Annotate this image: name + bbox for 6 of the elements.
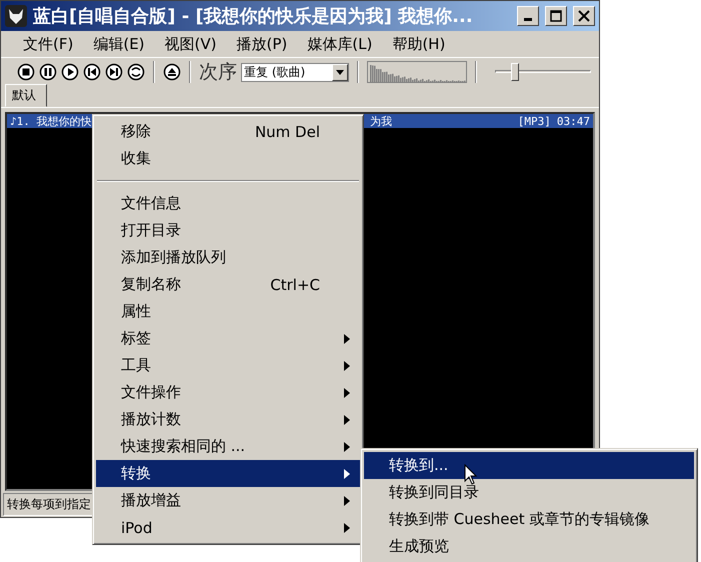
order-label: 次序	[199, 60, 237, 85]
track-duration: 03:47	[556, 114, 590, 128]
window-title: 蓝白[自唱自合版] - [我想你的快乐是因为我] 我想你...	[33, 5, 474, 28]
track-title: ♪1. 我想你的快	[10, 114, 92, 128]
track-format: [MP3]	[518, 114, 551, 128]
track-artist: 为我	[370, 114, 393, 128]
